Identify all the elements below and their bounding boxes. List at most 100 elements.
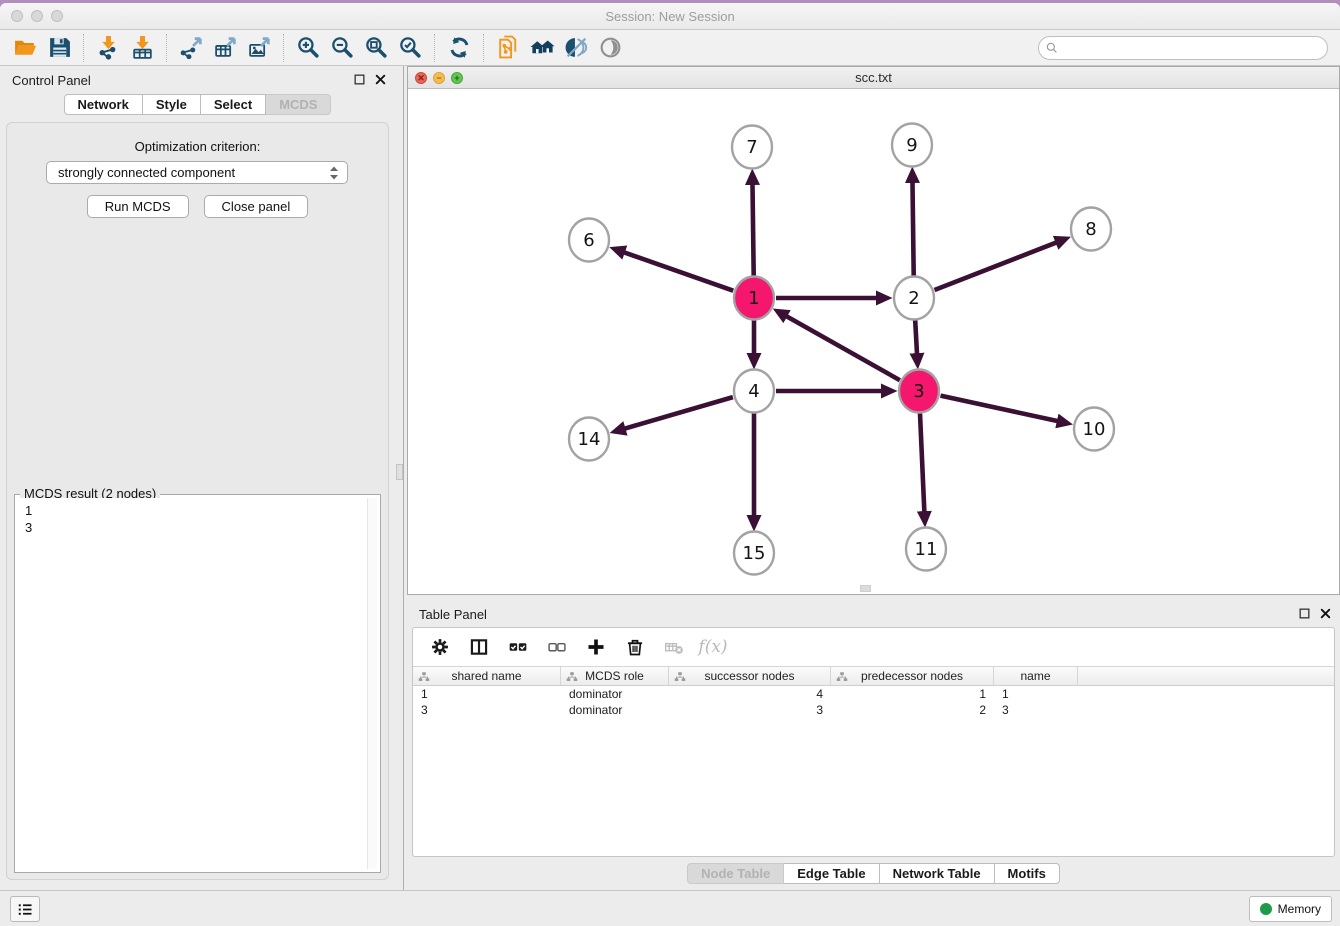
table-cell[interactable]: 1 bbox=[413, 686, 561, 702]
graph-node-4[interactable]: 4 bbox=[734, 370, 774, 413]
graph-edge-4-14[interactable] bbox=[625, 397, 733, 429]
column-header-MCDS-role[interactable]: MCDS role bbox=[561, 667, 669, 685]
deselect-all-button[interactable] bbox=[546, 636, 568, 658]
graph-edge-1-7[interactable] bbox=[752, 184, 753, 276]
columns-button[interactable] bbox=[468, 636, 490, 658]
graph-node-9[interactable]: 9 bbox=[892, 124, 932, 167]
network-minimize-button[interactable]: − bbox=[433, 72, 445, 84]
graph-node-6[interactable]: 6 bbox=[569, 219, 609, 262]
memory-button[interactable]: Memory bbox=[1249, 896, 1332, 922]
column-header-shared-name[interactable]: shared name bbox=[413, 667, 561, 685]
splitter-grip-icon[interactable] bbox=[396, 464, 403, 480]
table-row[interactable]: 3dominator323 bbox=[413, 702, 1334, 718]
column-header-predecessor-nodes[interactable]: predecessor nodes bbox=[831, 667, 994, 685]
column-header-name[interactable]: name bbox=[994, 667, 1078, 685]
zoom-in-button[interactable] bbox=[291, 33, 325, 63]
float-table-panel-icon[interactable] bbox=[1298, 607, 1311, 620]
table-cell[interactable]: 3 bbox=[669, 702, 831, 718]
mcds-result-text[interactable]: 1 3 bbox=[18, 498, 377, 540]
tab-motifs[interactable]: Motifs bbox=[995, 863, 1060, 884]
table-cell[interactable]: 3 bbox=[994, 702, 1078, 718]
toolbar-separator bbox=[283, 34, 284, 62]
column-header-successor-nodes[interactable]: successor nodes bbox=[669, 667, 831, 685]
tab-node-table[interactable]: Node Table bbox=[687, 863, 784, 884]
table-cell[interactable]: 3 bbox=[413, 702, 561, 718]
graph-node-1[interactable]: 1 bbox=[734, 277, 774, 320]
tab-select[interactable]: Select bbox=[201, 94, 266, 115]
run-mcds-button[interactable]: Run MCDS bbox=[87, 195, 189, 218]
zoom-out-button[interactable] bbox=[325, 33, 359, 63]
minimize-window-button[interactable] bbox=[31, 10, 43, 22]
copy-network-button[interactable] bbox=[491, 33, 525, 63]
search-icon bbox=[1045, 41, 1059, 55]
refresh-button[interactable] bbox=[442, 33, 476, 63]
eye-button[interactable] bbox=[593, 33, 627, 63]
graph-node-14[interactable]: 14 bbox=[569, 418, 609, 461]
table-cell[interactable]: dominator bbox=[561, 702, 669, 718]
table-cell[interactable]: dominator bbox=[561, 686, 669, 702]
delete-button[interactable] bbox=[624, 636, 646, 658]
svg-text:6: 6 bbox=[583, 230, 594, 251]
close-panel-icon[interactable] bbox=[374, 73, 387, 86]
table-cell[interactable]: 4 bbox=[669, 686, 831, 702]
graph-edge-2-3[interactable] bbox=[915, 320, 917, 354]
graph-node-15[interactable]: 15 bbox=[734, 532, 774, 575]
import-network-button[interactable] bbox=[91, 33, 125, 63]
graph-edge-1-6[interactable] bbox=[624, 252, 733, 290]
tab-edge-table[interactable]: Edge Table bbox=[784, 863, 879, 884]
graph-edge-2-8[interactable] bbox=[934, 242, 1056, 290]
graph-node-7[interactable]: 7 bbox=[732, 126, 772, 169]
graph-node-8[interactable]: 8 bbox=[1071, 208, 1111, 251]
open-icon bbox=[13, 35, 38, 60]
export-image-button[interactable] bbox=[242, 33, 276, 63]
graph-edge-3-1[interactable] bbox=[786, 316, 900, 380]
task-history-button[interactable] bbox=[10, 896, 40, 922]
export-network-button[interactable] bbox=[174, 33, 208, 63]
toolbar-separator bbox=[434, 34, 435, 62]
search-input[interactable] bbox=[1038, 36, 1328, 60]
close-table-panel-icon[interactable] bbox=[1319, 607, 1332, 620]
network-canvas[interactable]: 7 9 6 8 1 2 4 3 14 10 15 11 bbox=[408, 89, 1339, 594]
graph-edge-2-9[interactable] bbox=[912, 182, 913, 276]
select-stepper-icon bbox=[329, 165, 339, 181]
open-button[interactable] bbox=[8, 33, 42, 63]
save-button[interactable] bbox=[42, 33, 76, 63]
tab-network-table[interactable]: Network Table bbox=[880, 863, 995, 884]
table-row[interactable]: 1dominator411 bbox=[413, 686, 1334, 702]
float-panel-icon[interactable] bbox=[353, 73, 366, 86]
close-window-button[interactable] bbox=[11, 10, 23, 22]
table-cell[interactable]: 2 bbox=[831, 702, 994, 718]
graphics-details-button[interactable] bbox=[559, 33, 593, 63]
graphics-details-icon bbox=[564, 35, 589, 60]
graph-node-10[interactable]: 10 bbox=[1074, 408, 1114, 451]
import-table-button[interactable] bbox=[125, 33, 159, 63]
tab-style[interactable]: Style bbox=[143, 94, 201, 115]
graph-edge-3-10[interactable] bbox=[940, 396, 1057, 421]
table-cell[interactable]: 1 bbox=[994, 686, 1078, 702]
export-table-button[interactable] bbox=[208, 33, 242, 63]
select-all-button[interactable] bbox=[507, 636, 529, 658]
graph-edge-3-11[interactable] bbox=[920, 413, 924, 512]
panel-splitter[interactable] bbox=[395, 66, 407, 890]
graph-node-3[interactable]: 3 bbox=[899, 370, 939, 413]
graph-node-2[interactable]: 2 bbox=[894, 277, 934, 320]
tab-mcds[interactable]: MCDS bbox=[266, 94, 331, 115]
home-button[interactable] bbox=[525, 33, 559, 63]
network-graph: 7 9 6 8 1 2 4 3 14 10 15 11 bbox=[408, 89, 1339, 594]
graph-node-11[interactable]: 11 bbox=[906, 528, 946, 571]
canvas-hscroll-thumb[interactable] bbox=[860, 585, 871, 592]
network-close-button[interactable]: ✕ bbox=[415, 72, 427, 84]
close-panel-button[interactable]: Close panel bbox=[204, 195, 309, 218]
table-cell[interactable]: 1 bbox=[831, 686, 994, 702]
zoom-window-button[interactable] bbox=[51, 10, 63, 22]
gear-button[interactable] bbox=[429, 636, 451, 658]
delete-column-button bbox=[663, 636, 685, 658]
add-button[interactable] bbox=[585, 636, 607, 658]
network-zoom-button[interactable]: + bbox=[451, 72, 463, 84]
svg-text:9: 9 bbox=[906, 135, 917, 156]
zoom-fit-button[interactable] bbox=[359, 33, 393, 63]
tab-network[interactable]: Network bbox=[64, 94, 143, 115]
zoom-selected-button[interactable] bbox=[393, 33, 427, 63]
result-scrollbar[interactable] bbox=[367, 498, 377, 869]
criterion-select[interactable]: strongly connected component bbox=[46, 161, 348, 184]
